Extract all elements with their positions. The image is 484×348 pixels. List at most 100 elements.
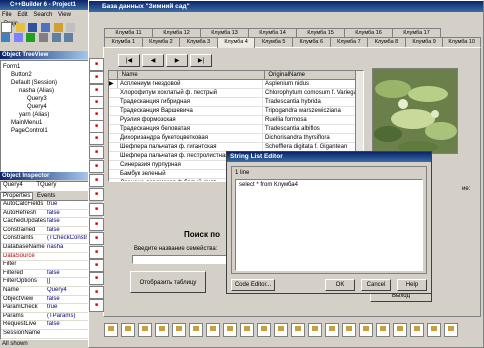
table-row[interactable]: ▶ Асплениум гнездовой Asplenium nidus	[109, 80, 363, 89]
inspector-property-row[interactable]: Name Query4	[1, 287, 89, 296]
component-icon[interactable]	[138, 323, 152, 337]
component-icon[interactable]: ■	[89, 132, 104, 145]
cell-name[interactable]: Руэлия формозская	[118, 116, 263, 124]
property-value[interactable]: (TCheckConstrs	[47, 235, 87, 243]
ok-button[interactable]: OK	[325, 279, 355, 291]
cell-name[interactable]: Хлорофитум хохлатый ф. пестрый	[118, 89, 263, 97]
cell-original-name[interactable]: Chlorophytum comosum f. Variegata	[263, 89, 355, 97]
component-icon[interactable]: ■	[89, 58, 104, 71]
property-value[interactable]: false	[47, 270, 87, 278]
tab-form.tabs_bottom-7[interactable]: Клумба 7	[329, 37, 369, 47]
property-value[interactable]: false	[47, 210, 87, 218]
tree-item[interactable]: Query4	[1, 103, 89, 111]
inspector-property-row[interactable]: Constrained false	[1, 227, 89, 236]
component-icon[interactable]	[223, 323, 237, 337]
tab-form.tabs_bottom-9[interactable]: Клумба 9	[404, 37, 444, 47]
open-project-icon[interactable]	[53, 23, 63, 32]
tab-form.tabs_bottom-8[interactable]: Клумба 8	[367, 37, 406, 47]
cell-name[interactable]: Традесканция Варшевича	[118, 107, 263, 115]
menu-search[interactable]: Search	[33, 12, 52, 18]
grid-col-name[interactable]: Name	[120, 71, 265, 79]
tree-item[interactable]: nasha (Alias)	[1, 87, 89, 95]
component-icon[interactable]: ■	[89, 286, 104, 299]
code-editor-button[interactable]: Code Editor...	[231, 279, 275, 291]
component-icon[interactable]	[410, 323, 424, 337]
cell-name[interactable]: Асплениум гнездовой	[118, 80, 263, 88]
component-icon[interactable]	[104, 323, 118, 337]
component-icon[interactable]	[274, 323, 288, 337]
cell-original-name[interactable]: Dichorisandra thyrsiflora	[263, 134, 355, 142]
tree-item[interactable]: Query3	[1, 95, 89, 103]
component-icon[interactable]: ■	[89, 146, 104, 159]
close-icon[interactable]	[66, 23, 76, 32]
component-icon[interactable]	[257, 323, 271, 337]
inspector-property-row[interactable]: Filtered false	[1, 270, 89, 279]
property-value[interactable]: false	[47, 321, 87, 329]
table-row[interactable]: Руэлия формозская Ruellia formosa	[109, 116, 363, 125]
run-icon[interactable]	[26, 33, 36, 42]
inspector-property-row[interactable]: CachedUpdatesfalse	[1, 218, 89, 227]
tree-item[interactable]: PageControl1	[1, 127, 89, 135]
menu-edit[interactable]: Edit	[17, 12, 27, 18]
menu-view[interactable]: View	[58, 12, 71, 18]
nav-next-button[interactable]: ▶	[166, 54, 188, 67]
property-value[interactable]: true	[47, 201, 87, 209]
tree-item[interactable]: Default (Session)	[1, 79, 89, 87]
inspector-property-row[interactable]: DataSource	[1, 253, 89, 262]
save-icon[interactable]	[28, 23, 38, 32]
component-icon[interactable]: ■	[89, 272, 104, 285]
inspector-property-row[interactable]: ObjectView false	[1, 296, 89, 305]
component-icon[interactable]: ■	[89, 218, 104, 231]
search-input[interactable]	[132, 255, 232, 264]
cell-original-name[interactable]: Tradescantia hybrida	[263, 98, 355, 106]
nav-first-button[interactable]: |◀	[118, 54, 140, 67]
cell-original-name[interactable]: Tradescantia albiflos	[263, 125, 355, 133]
component-icon[interactable]: ■	[89, 246, 104, 259]
property-value[interactable]: false	[47, 218, 87, 226]
component-icon[interactable]: ■	[89, 259, 104, 272]
cell-original-name[interactable]: Schefflera digitata f. Gigantean	[263, 143, 355, 151]
nav-prior-button[interactable]: ◀	[142, 54, 164, 67]
inspector-property-row[interactable]: RequestLive false	[1, 321, 89, 330]
inspector-property-row[interactable]: AutoRefresh false	[1, 210, 89, 219]
property-value[interactable]: (TParams)	[47, 313, 87, 321]
tab-form.tabs_bottom-6[interactable]: Клумба 6	[292, 37, 331, 47]
component-icon[interactable]	[325, 323, 339, 337]
component-icon[interactable]: ■	[89, 160, 104, 173]
component-icon[interactable]	[206, 323, 220, 337]
inspector-property-row[interactable]: Filter	[1, 261, 89, 270]
nav-last-button[interactable]: ▶|	[190, 54, 212, 67]
tree-item[interactable]: Button2	[1, 71, 89, 79]
cell-original-name[interactable]: Tripogandra warszewicziana	[263, 107, 355, 115]
component-icon[interactable]	[155, 323, 169, 337]
component-icon[interactable]	[427, 323, 441, 337]
cell-name[interactable]: Шефлера пальчатая ф. гигантская	[118, 143, 263, 151]
component-icon[interactable]	[393, 323, 407, 337]
inspector-property-row[interactable]: AutoCalcFields true	[1, 201, 89, 210]
toggle-form-icon[interactable]	[1, 33, 10, 42]
tab-form.tabs_bottom-2[interactable]: Клумба 2	[141, 37, 181, 47]
tree-item[interactable]: Form1	[1, 63, 89, 71]
cell-original-name[interactable]: Asplenium nidus	[263, 80, 355, 88]
show-table-button[interactable]: Отобразить таблицу	[130, 271, 206, 293]
inspector-object-select[interactable]: Query4 TQuery	[0, 181, 90, 191]
cell-name[interactable]: Традесканция беловатая	[118, 125, 263, 133]
component-icon[interactable]: ■	[89, 299, 104, 312]
dialog-text-area[interactable]: select * from Клумба4	[235, 179, 423, 271]
component-icon[interactable]	[189, 323, 203, 337]
inspector-property-row[interactable]: ParamCheck true	[1, 304, 89, 313]
inspector-property-row[interactable]: SessionName	[1, 330, 89, 339]
cancel-button[interactable]: Cancel	[361, 279, 391, 291]
cell-name[interactable]: Традесканция гибридная	[118, 98, 263, 106]
component-icon[interactable]: ■	[89, 71, 104, 84]
save-all-icon[interactable]	[41, 23, 51, 32]
table-row[interactable]: Традесканция беловатая Tradescantia albif…	[109, 125, 363, 134]
view-unit-icon[interactable]	[13, 33, 23, 42]
component-icon[interactable]	[342, 323, 356, 337]
cell-name[interactable]: Дихоризандра букетоцветковая	[118, 134, 263, 142]
trace-icon[interactable]	[64, 33, 74, 42]
component-icon[interactable]	[240, 323, 254, 337]
tab-form.tabs_bottom-10[interactable]: Клумба 10	[442, 37, 481, 47]
tab-form.tabs_bottom-5[interactable]: Клумба 5	[254, 37, 293, 47]
component-icon[interactable]: ■	[89, 203, 104, 216]
